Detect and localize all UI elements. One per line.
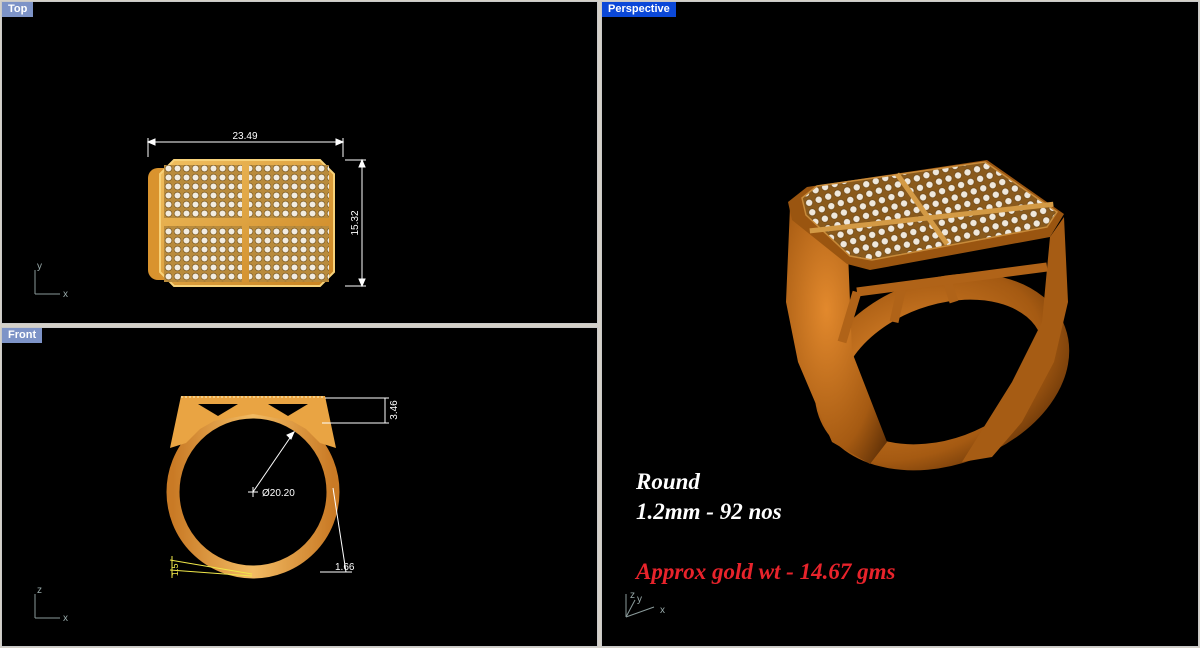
axis-x-label: x — [63, 613, 68, 624]
top-viewport[interactable]: Top 23.49 15.32 y x — [1, 1, 598, 324]
front-view-drawing: 3.46 Ø20.20 1.66 1.5 z x — [34, 396, 400, 624]
perspective-viewport[interactable]: Perspective z y x Round 1.2mm - 92 nos A… — [601, 1, 1199, 647]
front-viewport[interactable]: Front 3.46 Ø20.20 1.66 1.5 z x — [1, 327, 598, 647]
height-label: 3.46 — [389, 400, 400, 420]
stone-spec-note: 1.2mm - 92 nos — [636, 499, 782, 524]
stone-quadrant — [164, 165, 242, 218]
stone-shape-note: Round — [636, 469, 700, 494]
width-label: 23.49 — [232, 131, 257, 142]
stone-quadrant — [164, 226, 242, 282]
axis-x-label: x — [63, 289, 68, 300]
ring-shank-side — [962, 217, 1068, 462]
diameter-label: Ø20.20 — [262, 488, 295, 499]
top-view-drawing: 23.49 15.32 y x — [34, 131, 366, 300]
perspective-drawing: z y x — [625, 160, 1070, 618]
shank-label: 1.66 — [335, 562, 355, 573]
axis-x-label: x — [660, 605, 665, 616]
stone-quadrant — [249, 165, 329, 218]
axis-indicator — [34, 594, 60, 619]
length-label: 15.32 — [350, 210, 361, 235]
gold-weight-note: Approx gold wt - 14.67 gms — [636, 559, 896, 584]
axis-z-label: z — [37, 585, 42, 596]
base-label: 1.5 — [170, 563, 180, 576]
height-dimension — [322, 397, 389, 424]
ring-top-stones — [801, 161, 1059, 261]
stone-quadrant — [249, 226, 329, 282]
axis-y-label: y — [37, 261, 42, 272]
axis-z-label: z — [630, 590, 635, 601]
axis-indicator — [34, 270, 60, 295]
axis-y-label: y — [637, 594, 642, 605]
